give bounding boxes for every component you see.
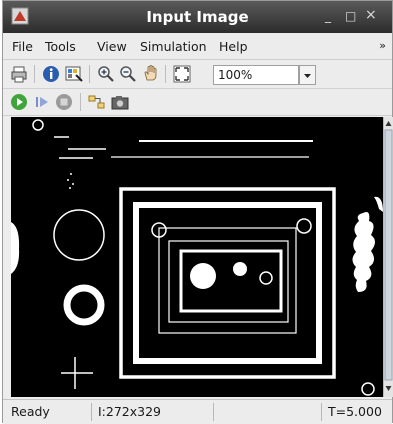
scroll-thumb (384, 129, 393, 381)
scroll-down-arrow-icon (385, 386, 392, 391)
highlight-model-icon[interactable] (88, 93, 106, 111)
pixel-region-icon[interactable] (65, 65, 83, 83)
window-title: Input Image (146, 8, 249, 26)
toolbar-separator (34, 65, 35, 83)
fit-to-window-icon[interactable] (173, 65, 191, 83)
menu-file[interactable]: File (12, 39, 33, 54)
dot-shape (67, 179, 69, 181)
minimize-button[interactable]: _ (325, 9, 331, 23)
dot-shape (72, 183, 74, 185)
status-time: T=5.000 (328, 404, 382, 419)
zoom-out-icon[interactable] (119, 65, 137, 83)
maximize-button[interactable]: □ (345, 9, 356, 23)
info-icon[interactable] (42, 65, 60, 83)
input-image (11, 117, 383, 397)
menu-overflow-icon[interactable]: » (379, 39, 386, 52)
scroll-up-arrow-icon (385, 121, 392, 126)
zoom-level-field[interactable]: 100% (213, 65, 299, 85)
snapshot-icon[interactable] (111, 93, 129, 111)
run-icon[interactable] (10, 93, 28, 111)
toolbar-separator (80, 93, 81, 111)
scrollbar-graphic (384, 121, 393, 391)
menu-bar: File Tools View Simulation Help » (3, 33, 392, 60)
status-divider (91, 403, 92, 421)
stop-icon[interactable] (55, 93, 73, 111)
image-toolbar: 100% (3, 60, 392, 89)
chevron-down-icon (304, 74, 311, 78)
step-forward-icon[interactable] (33, 93, 51, 111)
toolbar-separator (165, 65, 166, 83)
status-divider (213, 403, 214, 421)
pan-hand-icon[interactable] (142, 64, 160, 82)
zoom-in-icon[interactable] (97, 65, 115, 83)
menu-help[interactable]: Help (219, 39, 248, 54)
print-icon[interactable] (10, 65, 28, 83)
image-canvas[interactable] (11, 117, 383, 397)
status-image-info: I:272x329 (98, 404, 162, 419)
status-divider (321, 403, 322, 421)
large-filled-disc-shape (190, 263, 216, 289)
title-bar[interactable]: Input Image _ □ × (3, 1, 392, 33)
dot-shape (70, 173, 72, 175)
status-bar: Ready I:272x329 T=5.000 (3, 399, 392, 424)
toolbar-separator (89, 65, 90, 83)
close-button[interactable]: × (365, 7, 377, 23)
status-state: Ready (11, 404, 50, 419)
menu-simulation[interactable]: Simulation (140, 39, 207, 54)
small-filled-disc-shape (233, 262, 247, 276)
menu-view[interactable]: View (97, 39, 127, 54)
menu-tools[interactable]: Tools (45, 39, 76, 54)
application-window: Input Image _ □ × File Tools View Simula… (2, 0, 393, 424)
simulation-toolbar (3, 89, 392, 116)
zoom-dropdown-button[interactable] (299, 65, 316, 85)
vertical-scrollbar[interactable] (383, 117, 393, 397)
dot-shape (69, 187, 71, 189)
